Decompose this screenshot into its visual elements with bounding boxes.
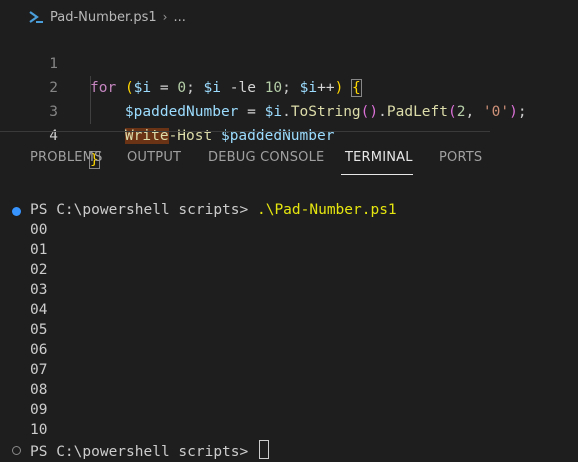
code-line-2[interactable]: 2 $paddedNumber = $i.ToString().PadLeft(… — [0, 52, 578, 120]
code-line-3[interactable]: 3 Write-Host $paddedNumber — [0, 76, 578, 144]
tab-ports[interactable]: PORTS — [439, 150, 482, 165]
terminal-cursor — [258, 440, 269, 459]
tab-problems[interactable]: PROBLEMS — [30, 150, 103, 165]
command-success-icon[interactable] — [12, 207, 21, 216]
tab-output[interactable]: OUTPUT — [127, 150, 181, 165]
tab-debug-console[interactable]: DEBUG CONSOLE — [208, 150, 324, 165]
terminal-output-line: 10 — [30, 422, 48, 438]
tab-terminal[interactable]: TERMINAL — [345, 150, 413, 165]
terminal-command: .\Pad-Number.ps1 — [256, 202, 397, 218]
terminal-output-line: 08 — [30, 382, 48, 398]
terminal-output-line: 09 — [30, 402, 48, 418]
terminal-output-line: 03 — [30, 282, 48, 298]
terminal-output-line: 01 — [30, 242, 48, 258]
terminal-output-line: 04 — [30, 302, 48, 318]
active-tab-indicator — [341, 174, 413, 175]
terminal-output-line: 05 — [30, 322, 48, 338]
terminal-prompt: PS C:\powershell scripts> — [30, 202, 249, 218]
terminal-output-line: 07 — [30, 362, 48, 378]
code-editor[interactable]: 1 for ($i = 0; $i -le 10; $i++) { 2 $pad… — [0, 28, 578, 169]
terminal-output-line: 02 — [30, 262, 48, 278]
code-line-4[interactable]: 4 } — [0, 100, 578, 169]
terminal-output-line: 06 — [30, 342, 48, 358]
panel-tabs: PROBLEMS OUTPUT DEBUG CONSOLE TERMINAL P… — [0, 140, 578, 176]
command-pending-icon[interactable] — [12, 446, 21, 455]
code-line-1[interactable]: 1 for ($i = 0; $i -le 10; $i++) { — [0, 28, 578, 97]
breadcrumb-file[interactable]: Pad-Number.ps1 — [50, 10, 157, 25]
breadcrumb-separator: › — [162, 10, 168, 24]
panel-divider — [0, 131, 490, 132]
terminal-command-line: PS C:\powershell scripts> .\Pad-Number.p… — [30, 200, 397, 220]
terminal-output-line: 00 — [30, 222, 48, 238]
powershell-icon — [28, 9, 44, 25]
terminal-prompt: PS C:\powershell scripts> — [30, 444, 249, 460]
breadcrumb-more[interactable]: ... — [173, 10, 185, 25]
terminal-input-line[interactable]: PS C:\powershell scripts> — [30, 440, 269, 460]
